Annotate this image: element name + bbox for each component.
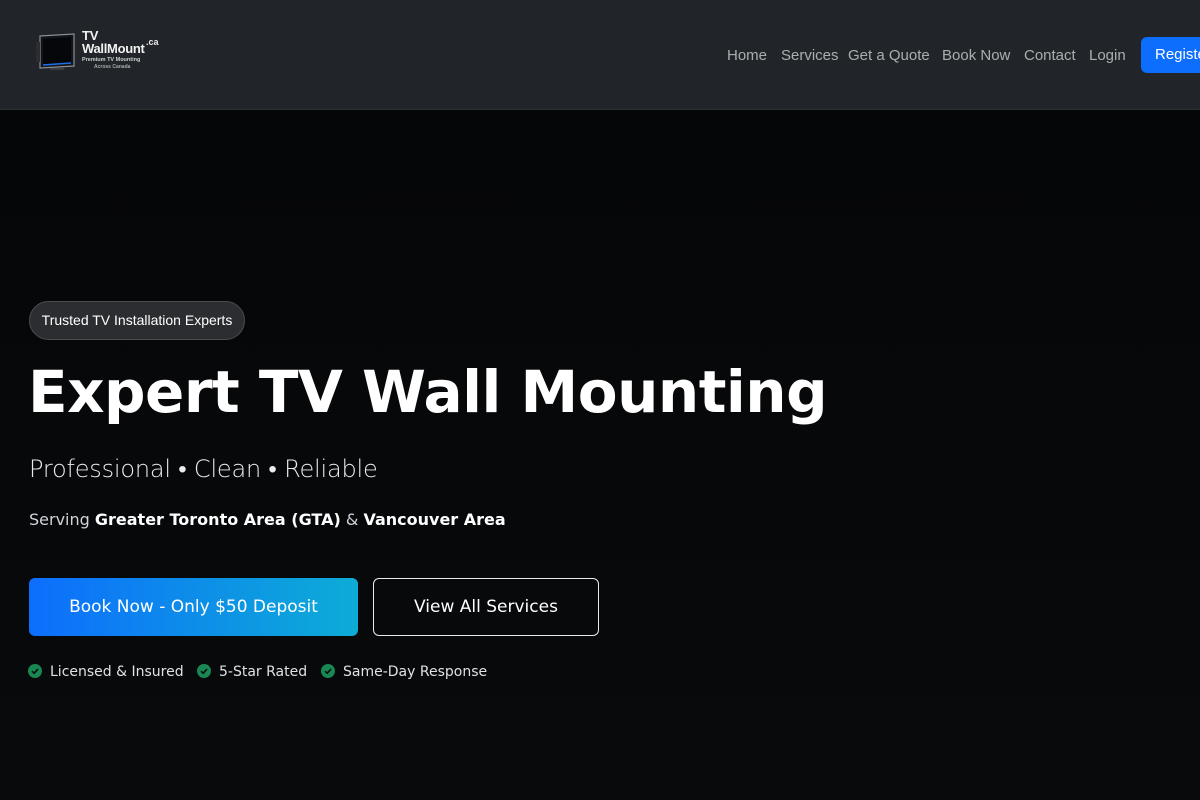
book-now-deposit-button[interactable]: Book Now - Only $50 Deposit [29,578,358,636]
page: TV WallMount .ca Premium TV Mounting Acr… [0,0,1200,800]
nav-contact[interactable]: Contact [1024,40,1076,72]
feature-label: Same-Day Response [343,664,488,680]
hero-badge: Trusted TV Installation Experts [29,301,245,340]
register-button[interactable]: Register [1141,37,1200,73]
check-circle-icon [321,664,335,678]
feature-item: 5-Star Rated [197,662,307,682]
brand-tagline-sub: Across Canada [94,64,131,70]
hero-title: Expert TV Wall Mounting [28,358,828,426]
hero-subtitle: Professional • Clean • Reliable [29,455,378,483]
brand-text: TV WallMount .ca Premium TV Mounting Acr… [82,29,162,70]
nav-services[interactable]: Services [781,40,839,72]
check-circle-icon [197,664,211,678]
service-area-vancouver: Vancouver Area [363,510,506,529]
service-area-prefix: Serving [29,510,95,529]
brand-tagline: Premium TV Mounting [82,57,141,63]
check-circle-icon [28,664,42,678]
service-area: Serving Greater Toronto Area (GTA) & Van… [29,508,506,532]
feature-label: 5-Star Rated [219,664,308,680]
feature-label: Licensed & Insured [50,664,184,680]
service-area-gta: Greater Toronto Area (GTA) [94,510,341,529]
navbar: TV WallMount .ca Premium TV Mounting Acr… [0,0,1200,110]
nav-login[interactable]: Login [1089,40,1126,72]
hero-section: Trusted TV Installation Experts Expert T… [0,110,1200,800]
service-area-joiner: & [340,510,364,529]
tv-icon [36,33,75,70]
view-all-services-button[interactable]: View All Services [373,578,599,636]
nav-home[interactable]: Home [727,40,767,72]
nav-get-a-quote[interactable]: Get a Quote [848,40,930,72]
nav-book-now[interactable]: Book Now [942,40,1010,72]
brand-logo[interactable]: TV WallMount .ca Premium TV Mounting Acr… [34,29,159,78]
brand-tld: .ca [146,37,159,47]
feature-item: Licensed & Insured [28,662,184,682]
feature-item: Same-Day Response [321,662,487,682]
